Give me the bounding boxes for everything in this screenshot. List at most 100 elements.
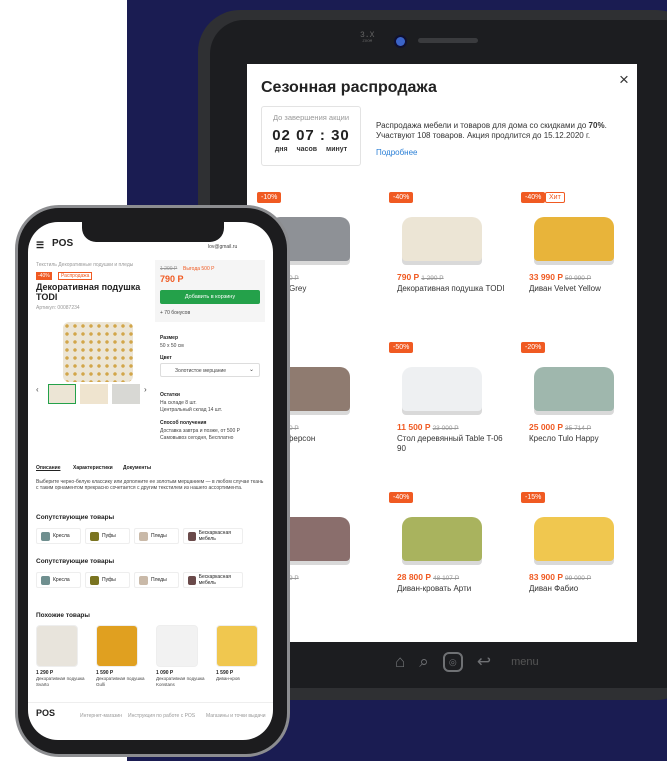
close-icon[interactable]: × [619,70,629,90]
delivery-line-2: Самовывоз сегодня, Бесплатно [160,435,234,441]
back-icon[interactable]: ↩ [477,652,491,672]
tablet-speaker [418,38,478,43]
tab-documents[interactable]: Документы [123,465,151,471]
size-label: Размер [160,335,179,341]
user-email[interactable]: lov@gmail.ru [208,244,237,250]
similar-title: Похожие товары [36,612,90,619]
menu-icon[interactable]: ☰ [36,241,44,250]
home-outline-icon[interactable]: ⌂ [395,652,405,672]
product-image [397,358,487,420]
product-price: 25 000 Р 35 714 Р [529,422,592,432]
related-title-2: Сопутствующие товары [36,558,115,565]
product-name: Диван Фабио [529,584,579,593]
delivery-label: Способ получения [160,420,207,426]
discount-badge: -50% [389,342,414,353]
similar-item[interactable]: 1 590 Р Декоративная подушка Gulli [96,625,148,687]
footer-link-2[interactable]: Инструкция по работе с POS [128,713,195,719]
phone-notch [82,220,224,242]
color-select-value: Золотистое мерцание [175,368,227,374]
product-image [63,322,133,382]
modal-title: Сезонная распродажа [261,79,437,96]
product-card[interactable]: -40% Хит 33 990 Р 50 990 Р Диван Velvet Yell… [519,192,637,342]
product-card[interactable]: -40% 790 Р1 290 Р Декоративная подушка TOD… [387,192,507,342]
color-label: Цвет [160,355,172,361]
product-image [397,208,487,270]
related-chip[interactable]: Кресла [36,572,81,588]
timer-unit-days: дня [274,146,288,153]
similar-item[interactable]: 1 090 Р Декоративная подушка Konstans [156,625,208,687]
discount-badge: -15% [521,492,546,503]
discount-tag: -40% [36,272,52,280]
timer-values: 02 07 : 30 [272,127,350,144]
related-chip[interactable]: Кресла [36,528,81,544]
product-image [529,508,619,570]
product-name: Кресло Tulo Happy [529,434,599,443]
product-image [529,208,619,270]
timer-units: дня часов минут [262,146,360,153]
related-title-1: Сопутствующие товары [36,514,115,521]
breadcrumb[interactable]: Текстиль Декоративные подушки и пледы [36,262,133,268]
product-card[interactable]: -50% 11 500 Р 23 000 Р Стол деревянный Tabl… [387,342,507,492]
product-price: 790 Р1 290 Р [397,272,444,282]
product-price: 83 900 Р 99 000 Р [529,572,592,582]
footer-link-1[interactable]: Интернет-магазин [80,713,122,719]
gallery-prev-icon[interactable]: ‹ [36,386,39,394]
stock-label: Остатки [160,392,180,398]
tablet-camera [396,37,405,46]
related-chip[interactable]: Пледы [134,528,179,544]
product-price: 28 800 Р 48 107 Р [397,572,460,582]
product-card[interactable]: -40% 28 800 Р 48 107 Р Диван-кровать Арти [387,492,507,642]
hit-badge: Хит [545,192,565,203]
color-select[interactable]: Золотистое мерцание ⌄ [160,363,260,377]
search-icon[interactable]: ⌕ [419,652,429,672]
thumbnail-2[interactable] [80,384,108,404]
home-button[interactable]: ◎ [442,652,463,672]
product-card[interactable]: -20% 25 000 Р 35 714 Р Кресло Tulo Happy [519,342,637,492]
product-image [397,508,487,570]
tab-characteristics[interactable]: Характеристики [73,465,113,471]
sale-tag: Распродажа [58,272,93,280]
sale-description: Распродажа мебели и товаров для дома со … [376,121,607,140]
price: 790 Р [160,274,184,284]
add-to-cart-button[interactable]: Добавить в корзину [160,290,260,304]
footer-link-3[interactable]: Магазины и точки выдачи [206,713,266,719]
similar-item[interactable]: 1 290 Р Декоративная подушка Svarto [36,625,88,687]
tablet-navbar: ⌂ ⌕ ◎ ↩ menu [395,652,539,672]
product-name: Диван-кровать Арти [397,584,472,593]
footer-divider [28,702,273,703]
related-chip[interactable]: Бескаркасная мебель [183,528,243,544]
footer-logo[interactable]: POS [36,709,55,718]
price-old: 1 290 Р [160,266,178,272]
product-price: 11 500 Р 23 000 Р [397,422,459,432]
phone-screen: ☰ POS lov@gmail.ru Текстиль Декоративные… [28,222,273,740]
more-link[interactable]: Подробнее [376,148,418,157]
related-chip[interactable]: Пуфы [85,572,130,588]
related-chip[interactable]: Пледы [134,572,179,588]
stock-line-2: Центральный склад 14 шт. [160,407,222,413]
size-value: 50 x 50 см [160,343,184,349]
similar-item[interactable]: 1 590 Р Диван-кров [216,625,268,682]
bonus-text: + 70 бонусов [160,310,191,316]
related-chip[interactable]: Бескаркасная мебель [183,572,243,588]
product-name: Диван Velvet Yellow [529,284,601,293]
discount-badge: -40% [389,192,414,203]
discount-badge: -40% [521,192,546,203]
gallery-next-icon[interactable]: › [144,386,147,394]
tab-description[interactable]: Описание [36,465,60,471]
tablet-brand: 3.X ZOOM [360,31,375,45]
related-chip[interactable]: Пуфы [85,528,130,544]
discount-badge: -40% [389,492,414,503]
price-benefit: Выгода 500 Р [183,266,215,272]
thumbnail-3[interactable] [112,384,140,404]
thumbnail-1[interactable] [48,384,76,404]
discount-badge: -10% [257,192,282,203]
delivery-line-1: Доставка завтра и позже, от 500 Р [160,428,240,434]
product-image [529,358,619,420]
product-name: Стол деревянный Table T-06 90 [397,434,503,453]
menu-label[interactable]: menu [511,656,539,668]
timer-caption: До завершения акции [272,113,350,122]
product-card[interactable]: -15% 83 900 Р 99 000 Р Диван Фабио [519,492,637,642]
chevron-down-icon: ⌄ [249,367,255,373]
phone-logo[interactable]: POS [52,239,73,249]
stock-line-1: На складе 8 шт. [160,400,197,406]
